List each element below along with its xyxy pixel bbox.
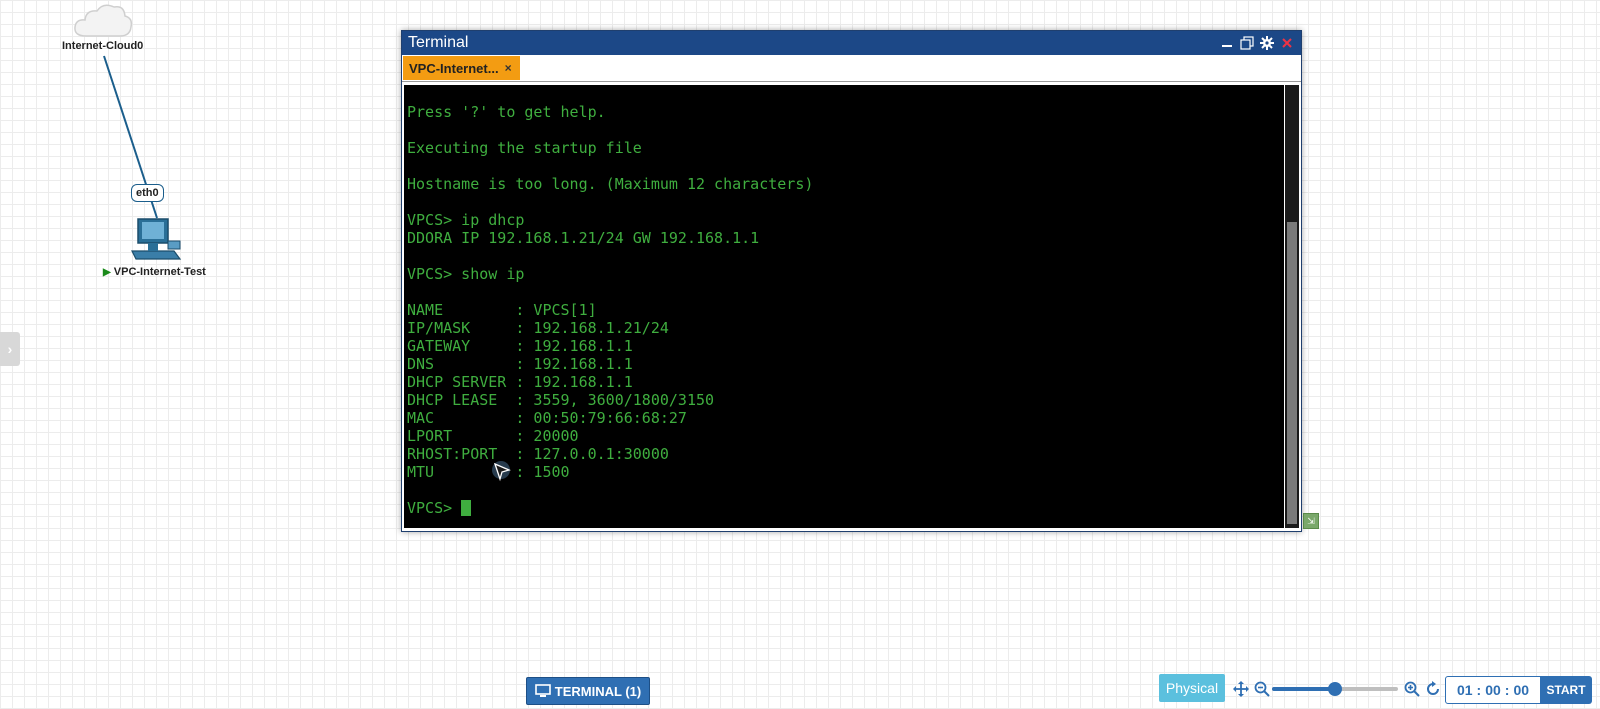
terminal-tab-bar: VPC-Internet... × xyxy=(402,55,1301,82)
timer-separator: : xyxy=(1504,682,1510,698)
terminal-line: MAC : 00:50:79:66:68:27 xyxy=(407,409,687,427)
minimize-icon xyxy=(1222,45,1232,47)
interface-label: eth0 xyxy=(131,184,164,202)
close-button[interactable] xyxy=(1279,35,1295,51)
terminal-line: DHCP SERVER : 192.168.1.1 xyxy=(407,373,633,391)
vpc-label-text: VPC-Internet-Test xyxy=(113,266,206,278)
zoom-out-icon[interactable] xyxy=(1254,681,1270,697)
terminal-output: Press '?' to get help. Executing the sta… xyxy=(407,103,813,517)
terminal-line: GATEWAY : 192.168.1.1 xyxy=(407,337,633,355)
terminal-line: NAME : VPCS[1] xyxy=(407,301,597,319)
terminal-scrollbar[interactable] xyxy=(1285,85,1299,528)
terminal-screen[interactable]: Press '?' to get help. Executing the sta… xyxy=(404,85,1284,528)
fit-view-icon[interactable] xyxy=(1233,681,1249,697)
chevron-right-icon: › xyxy=(7,341,13,357)
terminal-line: VPCS> show ip xyxy=(407,265,525,283)
tab-close-icon[interactable]: × xyxy=(505,61,512,75)
timer-seconds: 00 xyxy=(1513,682,1530,698)
zoom-slider-fill xyxy=(1272,687,1335,691)
window-controls xyxy=(1219,35,1301,51)
monitor-icon xyxy=(534,684,551,697)
cloud-icon xyxy=(74,4,133,37)
lab-timer[interactable]: 01 : 00 : 00 xyxy=(1445,676,1541,704)
gear-icon xyxy=(1260,36,1274,50)
cloud-node[interactable] xyxy=(72,2,134,40)
terminal-line: RHOST:PORT : 127.0.0.1:30000 xyxy=(407,445,669,463)
vpc-label: ▶ VPC-Internet-Test xyxy=(103,266,206,278)
terminal-count-button[interactable]: TERMINAL (1) xyxy=(526,677,650,705)
terminal-line: LPORT : 20000 xyxy=(407,427,579,445)
reset-icon[interactable] xyxy=(1425,681,1441,697)
terminal-tab[interactable]: VPC-Internet... × xyxy=(403,56,520,80)
zoom-slider-knob[interactable] xyxy=(1328,682,1342,696)
minimize-button[interactable] xyxy=(1219,35,1235,51)
terminal-line: DDORA IP 192.168.1.21/24 GW 192.168.1.1 xyxy=(407,229,760,247)
terminal-line: Hostname is too long. (Maximum 12 charac… xyxy=(407,175,814,193)
zoom-slider[interactable] xyxy=(1272,682,1398,696)
sidebar-toggle-button[interactable]: › xyxy=(0,332,20,366)
restore-icon xyxy=(1240,36,1254,50)
terminal-line: DNS : 192.168.1.1 xyxy=(407,355,633,373)
terminal-line: Executing the startup file xyxy=(407,139,642,157)
cloud-label: Internet-Cloud0 xyxy=(62,40,144,52)
timer-hours: 01 xyxy=(1456,682,1473,698)
resize-handle[interactable]: ⇲ xyxy=(1303,513,1319,529)
restore-button[interactable] xyxy=(1239,35,1255,51)
terminal-cursor xyxy=(461,500,472,516)
terminal-line: DHCP LEASE : 3559, 3600/1800/3150 xyxy=(407,391,715,409)
mouse-pointer-icon xyxy=(492,461,511,482)
start-button[interactable]: START xyxy=(1540,676,1592,704)
vpc-node[interactable] xyxy=(130,217,184,263)
terminal-line: MTU : 1500 xyxy=(407,463,570,481)
terminal-prompt: VPCS> xyxy=(407,499,462,517)
resize-icon: ⇲ xyxy=(1307,515,1315,526)
terminal-count-label: TERMINAL (1) xyxy=(554,683,642,699)
scrollbar-thumb[interactable] xyxy=(1287,222,1297,524)
terminal-title: Terminal xyxy=(408,34,469,51)
computer-icon xyxy=(131,218,182,260)
running-status-icon: ▶ xyxy=(103,267,111,278)
terminal-tab-label: VPC-Internet... xyxy=(409,60,499,76)
physical-view-button[interactable]: Physical xyxy=(1159,674,1225,702)
start-label: START xyxy=(1546,683,1586,697)
timer-separator: : xyxy=(1476,682,1482,698)
terminal-line: Press '?' to get help. xyxy=(407,103,606,121)
terminal-titlebar[interactable]: Terminal xyxy=(402,31,1301,55)
terminal-line: VPCS> ip dhcp xyxy=(407,211,525,229)
physical-label: Physical xyxy=(1165,680,1219,696)
timer-minutes: 00 xyxy=(1485,682,1501,698)
terminal-window[interactable]: Terminal VPC-Internet... × Press '?' to … xyxy=(401,30,1302,532)
terminal-line: IP/MASK : 192.168.1.21/24 xyxy=(407,319,669,337)
close-icon xyxy=(1282,38,1292,48)
settings-button[interactable] xyxy=(1259,35,1275,51)
interface-label-text: eth0 xyxy=(136,187,159,199)
terminal-prompt-line: VPCS> xyxy=(407,499,813,517)
zoom-in-icon[interactable] xyxy=(1404,681,1420,697)
